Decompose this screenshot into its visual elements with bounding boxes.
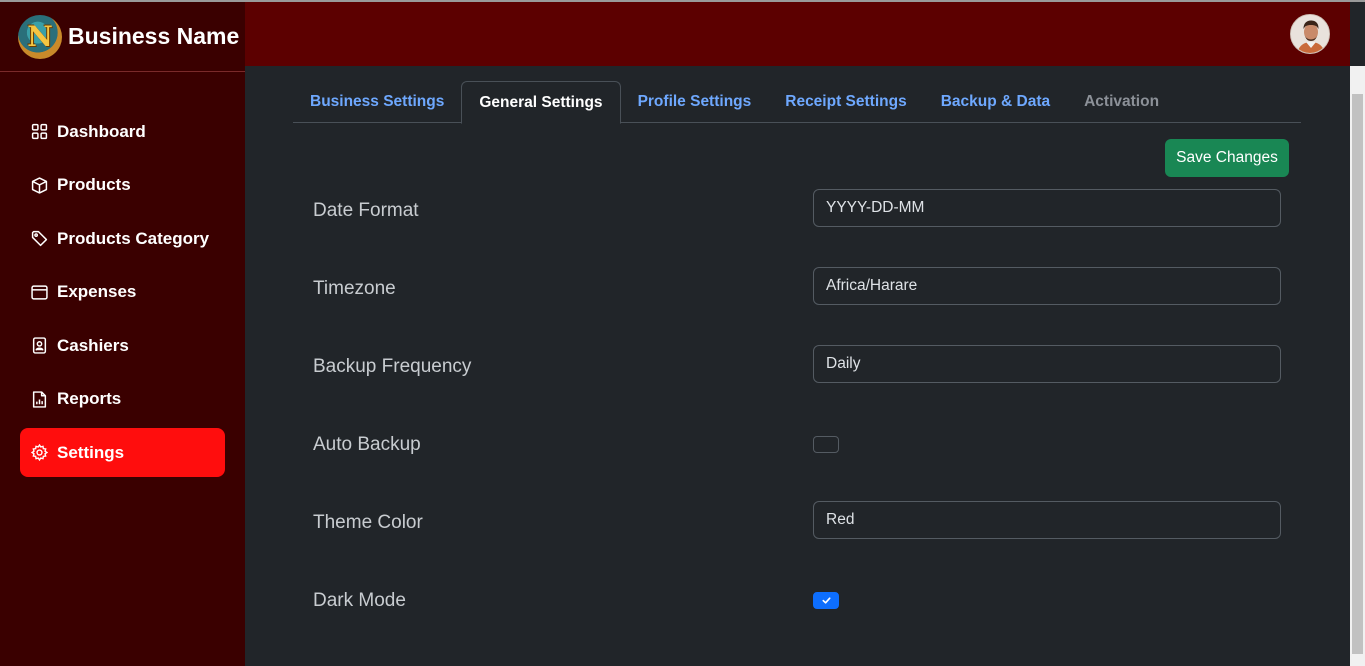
tab-activation[interactable]: Activation bbox=[1067, 81, 1176, 123]
person-badge-icon bbox=[30, 337, 48, 355]
auto-backup-label: Auto Backup bbox=[313, 434, 421, 455]
sidebar-item-dashboard[interactable]: Dashboard bbox=[20, 107, 225, 156]
sidebar-item-products[interactable]: Products bbox=[20, 161, 225, 210]
sidebar: N Business Name Dashboard Products Produ… bbox=[0, 2, 245, 666]
timezone-label: Timezone bbox=[313, 278, 396, 299]
backup-frequency-label: Backup Frequency bbox=[313, 356, 472, 377]
dark-mode-label: Dark Mode bbox=[313, 590, 406, 611]
report-icon bbox=[30, 390, 48, 408]
timezone-input[interactable]: Africa/Harare bbox=[813, 267, 1281, 305]
grid-icon bbox=[30, 123, 48, 141]
main-content: Business Settings General Settings Profi… bbox=[245, 66, 1350, 666]
vertical-scrollbar[interactable] bbox=[1350, 66, 1365, 666]
settings-tabs: Business Settings General Settings Profi… bbox=[293, 81, 1301, 124]
date-format-label: Date Format bbox=[313, 200, 419, 221]
check-icon bbox=[821, 597, 831, 604]
brand[interactable]: N Business Name bbox=[0, 2, 245, 72]
sidebar-item-label: Expenses bbox=[57, 282, 137, 301]
sidebar-item-label: Cashiers bbox=[57, 335, 129, 355]
tab-profile-settings[interactable]: Profile Settings bbox=[621, 81, 769, 123]
save-changes-button[interactable]: Save Changes bbox=[1165, 139, 1289, 177]
tab-business-settings[interactable]: Business Settings bbox=[293, 81, 461, 123]
dark-mode-row: Dark Mode bbox=[313, 590, 1281, 630]
sidebar-item-products-category[interactable]: Products Category bbox=[20, 214, 225, 263]
brand-name: Business Name bbox=[68, 23, 240, 49]
sidebar-item-settings[interactable]: Settings bbox=[20, 428, 225, 477]
auto-backup-checkbox[interactable] bbox=[813, 436, 839, 453]
sidebar-item-reports[interactable]: Reports bbox=[20, 375, 225, 424]
sidebar-item-label: Products Category bbox=[57, 228, 210, 248]
tag-icon bbox=[30, 230, 48, 248]
sidebar-item-cashiers[interactable]: Cashiers bbox=[20, 321, 225, 370]
sidebar-item-label: Products bbox=[57, 175, 131, 194]
sidebar-item-label: Settings bbox=[57, 442, 125, 462]
date-format-input[interactable]: YYYY-DD-MM bbox=[813, 189, 1281, 227]
sidebar-item-label: Dashboard bbox=[57, 121, 146, 141]
window-icon bbox=[30, 283, 48, 301]
tab-backup-data[interactable]: Backup & Data bbox=[924, 81, 1067, 123]
sidebar-nav: Dashboard Products Products Category Exp… bbox=[0, 107, 245, 477]
tab-general-settings[interactable]: General Settings bbox=[461, 81, 621, 124]
scrollbar-thumb[interactable] bbox=[1352, 94, 1363, 654]
timezone-row: Timezone Africa/Harare bbox=[313, 267, 1281, 318]
date-format-row: Date Format YYYY-DD-MM bbox=[313, 189, 1281, 240]
theme-color-input[interactable]: Red bbox=[813, 501, 1281, 539]
auto-backup-row: Auto Backup bbox=[313, 434, 1281, 474]
theme-color-label: Theme Color bbox=[313, 512, 423, 533]
backup-frequency-input[interactable]: Daily bbox=[813, 345, 1281, 383]
tab-receipt-settings[interactable]: Receipt Settings bbox=[768, 81, 923, 123]
sidebar-item-expenses[interactable]: Expenses bbox=[20, 268, 225, 317]
logo-icon: N bbox=[18, 14, 62, 59]
top-header bbox=[245, 2, 1350, 66]
sidebar-item-label: Reports bbox=[57, 389, 122, 408]
box-icon bbox=[30, 176, 48, 194]
theme-color-row: Theme Color Red bbox=[313, 501, 1281, 552]
dark-mode-checkbox[interactable] bbox=[813, 592, 839, 609]
user-avatar[interactable] bbox=[1290, 14, 1330, 54]
backup-frequency-row: Backup Frequency Daily bbox=[313, 345, 1281, 396]
gear-icon bbox=[30, 444, 48, 462]
